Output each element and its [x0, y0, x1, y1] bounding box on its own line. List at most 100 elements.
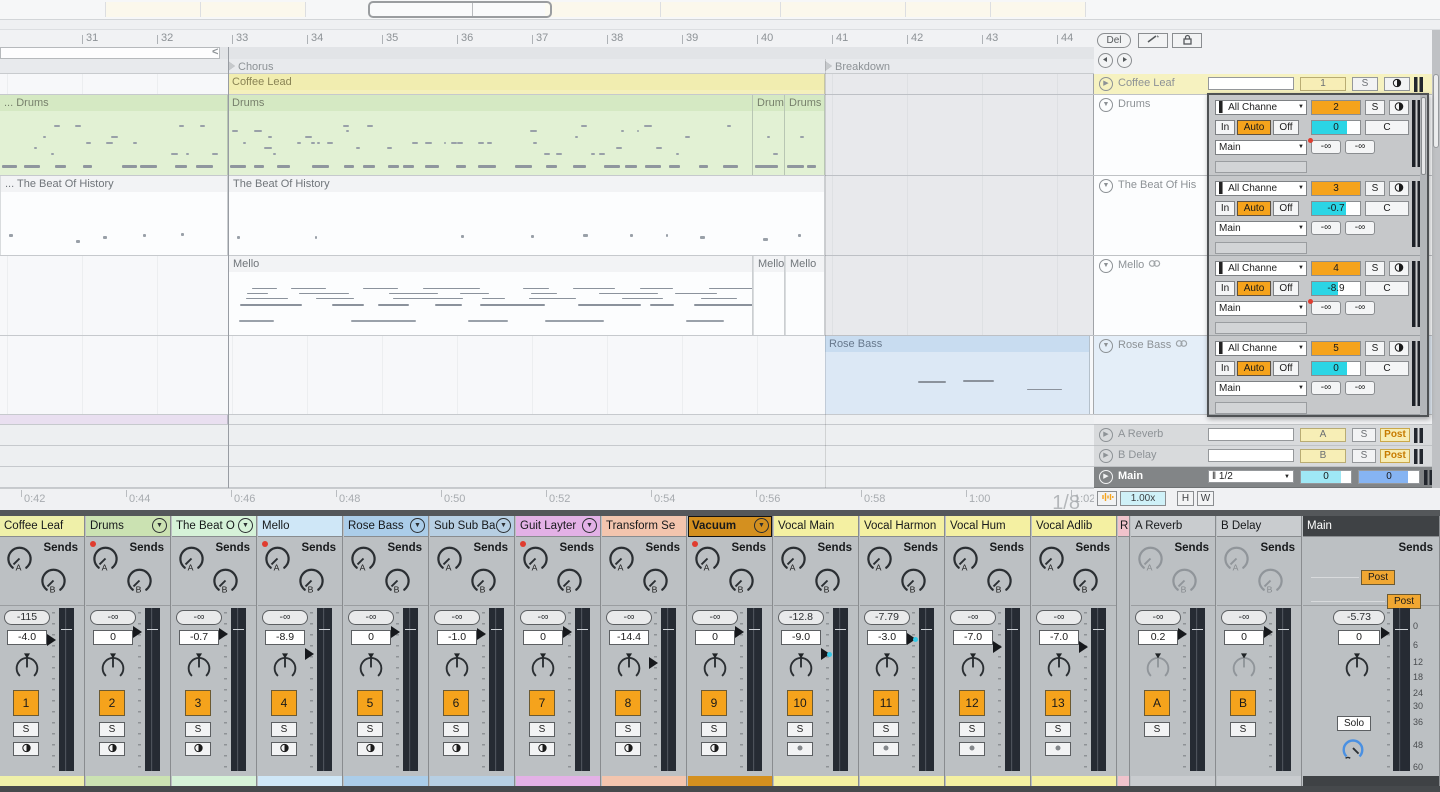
- mixer-track-title[interactable]: Transform Se: [602, 516, 686, 537]
- track-activator[interactable]: 4: [271, 690, 297, 716]
- grid-chooser[interactable]: ‖ 1/2▼: [1208, 470, 1294, 483]
- width-zoom-button[interactable]: W: [1197, 491, 1214, 506]
- fader-handle[interactable]: [133, 626, 142, 638]
- arm-button[interactable]: [787, 742, 813, 756]
- peak-display[interactable]: -∞: [434, 610, 480, 625]
- pan-knob[interactable]: [355, 652, 387, 684]
- arm-button[interactable]: [185, 742, 211, 756]
- solo-button[interactable]: S: [873, 722, 899, 737]
- solo-button[interactable]: S: [1365, 181, 1385, 196]
- fader-handle[interactable]: [219, 628, 228, 640]
- track-name[interactable]: Coffee Leaf: [1118, 77, 1175, 89]
- mixer-track-title[interactable]: Guit Layter▼: [516, 516, 600, 537]
- send-a-knob[interactable]: A: [349, 544, 378, 576]
- volume-field[interactable]: -0.7: [179, 630, 219, 645]
- send-b-knob[interactable]: B: [125, 566, 154, 598]
- arm-button[interactable]: [357, 742, 383, 756]
- fold-track-icon[interactable]: ▼: [1099, 179, 1113, 193]
- pan-knob[interactable]: [1341, 652, 1373, 684]
- scrub-area[interactable]: <: [0, 47, 1094, 59]
- solo-button[interactable]: S: [1045, 722, 1071, 737]
- track-activator[interactable]: 3: [1311, 181, 1361, 196]
- peak-display[interactable]: -115: [4, 610, 50, 625]
- solo-button[interactable]: S: [185, 722, 211, 737]
- io-field[interactable]: [1208, 77, 1294, 90]
- fold-track-icon[interactable]: ▼: [1099, 339, 1113, 353]
- arrangement-clip[interactable]: Drums: [785, 95, 825, 175]
- pan-knob[interactable]: [1228, 652, 1260, 684]
- send-a-knob[interactable]: A: [779, 544, 808, 576]
- track-lane-partial[interactable]: [0, 415, 1094, 425]
- arrangement-clip[interactable]: Drum: [753, 95, 785, 175]
- arrangement-clip[interactable]: Coffee Lead: [228, 74, 825, 94]
- arrangement-clip[interactable]: Mello: [785, 256, 825, 335]
- peak-display[interactable]: -∞: [1036, 610, 1082, 625]
- unfold-track-icon[interactable]: ▶: [1099, 77, 1113, 91]
- pan-knob[interactable]: [785, 652, 817, 684]
- monitor-auto-button[interactable]: Auto: [1237, 120, 1271, 135]
- pan-knob[interactable]: [613, 652, 645, 684]
- send-a-knob[interactable]: A: [91, 544, 120, 576]
- send-b-field[interactable]: -∞: [1345, 381, 1375, 395]
- fold-button[interactable]: ▼: [496, 518, 511, 533]
- overview-zoom-region[interactable]: [368, 1, 552, 18]
- locator-flag[interactable]: Chorus: [228, 60, 273, 73]
- track-activator[interactable]: 8: [615, 690, 641, 716]
- arrangement-clip[interactable]: Rose Bass: [825, 336, 1090, 414]
- pan-knob[interactable]: [699, 652, 731, 684]
- volume-field[interactable]: 0: [1338, 630, 1380, 645]
- send-b-field[interactable]: -∞: [1345, 301, 1375, 315]
- fader-handle[interactable]: [993, 641, 1002, 653]
- speed-field[interactable]: 1.00x: [1120, 491, 1166, 506]
- arm-button[interactable]: [1389, 181, 1409, 196]
- mixer-track-title[interactable]: The Beat O▼: [172, 516, 256, 537]
- track-lane-b-delay[interactable]: [0, 446, 1094, 467]
- arm-button[interactable]: [1389, 100, 1409, 115]
- send-b-knob[interactable]: B: [469, 566, 498, 598]
- fold-button[interactable]: ▼: [410, 518, 425, 533]
- volume-field[interactable]: 0: [1224, 630, 1264, 645]
- arm-button[interactable]: [529, 742, 555, 756]
- fader-handle[interactable]: [1381, 627, 1390, 639]
- output-chooser[interactable]: Main▼: [1215, 221, 1307, 236]
- fold-button[interactable]: ▼: [152, 518, 167, 533]
- lock-envelopes-button[interactable]: [1172, 33, 1202, 48]
- pan-field[interactable]: C: [1365, 281, 1409, 296]
- fader-handle[interactable]: [563, 626, 572, 638]
- main-volume-field[interactable]: 0: [1300, 470, 1352, 484]
- arm-button[interactable]: [959, 742, 985, 756]
- track-activator[interactable]: 5: [1311, 341, 1361, 356]
- draw-mode-button[interactable]: [1138, 33, 1168, 48]
- beat-time-ruler[interactable]: 3132333435363738394041424344: [0, 30, 1094, 47]
- solo-button[interactable]: S: [13, 722, 39, 737]
- arm-button[interactable]: [701, 742, 727, 756]
- solo-button[interactable]: S: [1352, 449, 1376, 463]
- monitor-in-button[interactable]: In: [1215, 201, 1235, 216]
- solo-button[interactable]: S: [615, 722, 641, 737]
- solo-button[interactable]: S: [1352, 77, 1378, 91]
- fader-handle[interactable]: [649, 657, 658, 669]
- send-a-post-toggle[interactable]: Post: [1361, 570, 1395, 585]
- volume-field[interactable]: 0.2: [1138, 630, 1178, 645]
- pan-knob[interactable]: [871, 652, 903, 684]
- mixer-strip-collapsed[interactable]: R: [1118, 516, 1130, 786]
- fold-track-icon[interactable]: ▼: [1099, 259, 1113, 273]
- output-chooser[interactable]: Main▼: [1215, 301, 1307, 316]
- arrangement-clip[interactable]: Mello: [228, 256, 753, 335]
- peak-display[interactable]: -∞: [176, 610, 222, 625]
- pan-field[interactable]: C: [1365, 201, 1409, 216]
- peak-display[interactable]: -∞: [1135, 610, 1181, 625]
- pan-knob[interactable]: [11, 652, 43, 684]
- solo-button[interactable]: S: [1230, 722, 1256, 737]
- volume-field[interactable]: 0: [351, 630, 391, 645]
- send-a-knob[interactable]: A: [263, 544, 292, 576]
- mixer-track-title[interactable]: Coffee Leaf: [0, 516, 84, 537]
- mixer-track-title[interactable]: Vacuum▼: [688, 516, 772, 537]
- send-a-knob[interactable]: A: [5, 544, 34, 576]
- monitor-off-button[interactable]: Off: [1273, 361, 1299, 376]
- volume-field[interactable]: -4.0: [7, 630, 47, 645]
- arm-button[interactable]: [1389, 341, 1409, 356]
- send-b-field[interactable]: -∞: [1345, 140, 1375, 154]
- send-b-field[interactable]: -∞: [1345, 221, 1375, 235]
- track-name[interactable]: Drums: [1118, 98, 1150, 110]
